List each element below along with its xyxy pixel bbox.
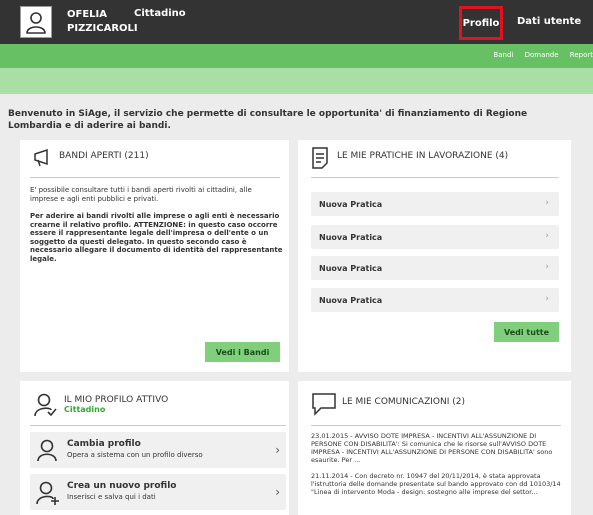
document-icon bbox=[311, 146, 329, 174]
comunicazioni-divider bbox=[311, 425, 561, 426]
megaphone-icon bbox=[33, 148, 57, 172]
chevron-right-icon: › bbox=[545, 294, 549, 304]
pratica-row[interactable]: Nuova Pratica › bbox=[311, 256, 559, 280]
comunicazioni-title[interactable]: LE MIE COMUNICAZIONI (2) bbox=[342, 397, 465, 407]
profilo-divider bbox=[30, 425, 286, 426]
vedi-bandi-button[interactable]: Vedi i Bandi bbox=[205, 342, 280, 362]
comunicazione-item[interactable]: 21.11.2014 - Con decreto nr. 10947 del 2… bbox=[311, 472, 566, 496]
chevron-right-icon: › bbox=[545, 262, 549, 272]
chevron-right-icon: › bbox=[275, 485, 280, 499]
cambia-profilo-title: Cambia profilo bbox=[67, 439, 141, 449]
chevron-right-icon: › bbox=[545, 231, 549, 241]
comunicazione-item[interactable]: 23.01.2015 - AVVISO DOTE IMPRESA - INCEN… bbox=[311, 432, 566, 464]
pratica-label: Nuova Pratica bbox=[319, 232, 383, 242]
pratica-row[interactable]: Nuova Pratica › bbox=[311, 288, 559, 312]
user-avatar[interactable] bbox=[20, 6, 52, 38]
crea-profilo-row[interactable]: Crea un nuovo profilo Inserisci e salva … bbox=[30, 474, 286, 510]
user-role: Cittadino bbox=[134, 8, 186, 19]
sub-nav-bandi[interactable]: Bandi bbox=[493, 51, 513, 59]
bandi-intro-text: E' possibile consultare tutti i bandi ap… bbox=[30, 186, 252, 203]
sub-nav-domande[interactable]: Domande bbox=[525, 51, 559, 59]
secondary-bar bbox=[0, 68, 593, 94]
cambia-profilo-subtitle: Opera a sistema con un profilo diverso bbox=[67, 451, 203, 459]
chevron-right-icon: › bbox=[545, 198, 549, 208]
nav-profilo-link[interactable]: Profilo bbox=[459, 6, 503, 40]
pratiche-title[interactable]: LE MIE PRATICHE IN LAVORAZIONE (4) bbox=[337, 151, 508, 161]
profilo-title: IL MIO PROFILO ATTIVO bbox=[64, 395, 169, 405]
user-first-name: OFELIA bbox=[67, 9, 107, 20]
crea-profilo-title: Crea un nuovo profilo bbox=[67, 481, 177, 491]
user-name: OFELIA PIZZICAROLI bbox=[67, 8, 138, 36]
vedi-tutte-button[interactable]: Vedi tutte bbox=[494, 322, 559, 342]
sub-nav-report[interactable]: Report bbox=[570, 51, 593, 59]
user-plus-icon bbox=[36, 481, 59, 505]
crea-profilo-subtitle: Inserisci e salva qui i dati bbox=[67, 493, 156, 501]
profilo-subtitle: Cittadino bbox=[64, 405, 106, 414]
user-last-name: PIZZICAROLI bbox=[67, 23, 138, 34]
bandi-attention-text: Per aderire ai bandi rivolti alle impres… bbox=[30, 212, 283, 263]
user-check-icon bbox=[33, 392, 57, 422]
pratiche-divider bbox=[311, 177, 559, 178]
bandi-divider bbox=[30, 177, 280, 178]
user-icon bbox=[37, 439, 57, 462]
cambia-profilo-row[interactable]: Cambia profilo Opera a sistema con un pr… bbox=[30, 432, 286, 468]
pratica-row[interactable]: Nuova Pratica › bbox=[311, 192, 559, 216]
pratica-label: Nuova Pratica bbox=[319, 295, 383, 305]
top-header: OFELIA PIZZICAROLI Cittadino Profilo Dat… bbox=[0, 0, 593, 44]
chat-bubble-icon bbox=[311, 392, 337, 420]
bandi-aperti-title[interactable]: BANDI APERTI (211) bbox=[59, 151, 149, 161]
pratica-row[interactable]: Nuova Pratica › bbox=[311, 225, 559, 249]
pratica-label: Nuova Pratica bbox=[319, 199, 383, 209]
sub-nav: Bandi Domande Report bbox=[484, 51, 593, 59]
pratica-label: Nuova Pratica bbox=[319, 263, 383, 273]
welcome-message: Benvenuto in SiAge, il servizio che perm… bbox=[8, 109, 528, 131]
chevron-right-icon: › bbox=[275, 443, 280, 457]
user-icon bbox=[26, 12, 46, 34]
nav-dati-utente-link[interactable]: Dati utente bbox=[517, 16, 581, 27]
